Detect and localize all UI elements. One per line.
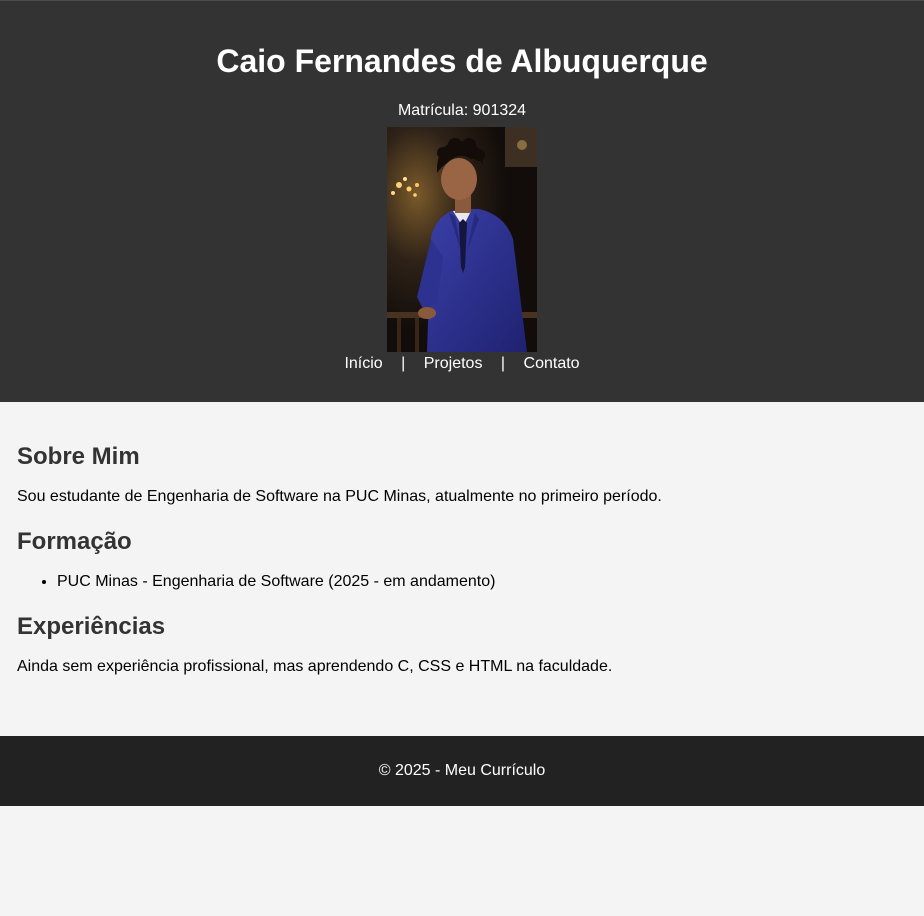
page-header: Caio Fernandes de Albuquerque Matrícula:… [0, 0, 924, 402]
section-text-sobre: Sou estudante de Engenharia de Software … [17, 488, 662, 505]
page-title: Caio Fernandes de Albuquerque [216, 43, 708, 79]
nav-link-projetos[interactable]: Projetos [424, 355, 483, 372]
list-item: PUC Minas - Engenharia de Software (2025… [57, 572, 907, 592]
main-content: Sobre Mim Sou estudante de Engenharia de… [0, 402, 924, 736]
matricula-text: Matrícula: 901324 [397, 102, 527, 119]
formacao-list: PUC Minas - Engenharia de Software (2025… [17, 572, 907, 592]
section-text-experiencias: Ainda sem experiência profissional, mas … [17, 658, 613, 675]
section-title-experiencias: Experiências [17, 613, 166, 640]
nav-separator: | [500, 355, 506, 372]
footer-text: © 2025 - Meu Currículo [378, 762, 546, 779]
section-title-formacao: Formação [17, 528, 132, 555]
profile-photo [387, 127, 537, 352]
nav-link-contato[interactable]: Contato [524, 355, 580, 372]
nav-separator: | [401, 355, 406, 372]
main-nav: Início | Projetos | Contato [0, 352, 924, 376]
section-title-sobre: Sobre Mim [17, 443, 140, 470]
page-footer: © 2025 - Meu Currículo [0, 736, 924, 806]
nav-link-inicio[interactable]: Início [344, 355, 382, 372]
